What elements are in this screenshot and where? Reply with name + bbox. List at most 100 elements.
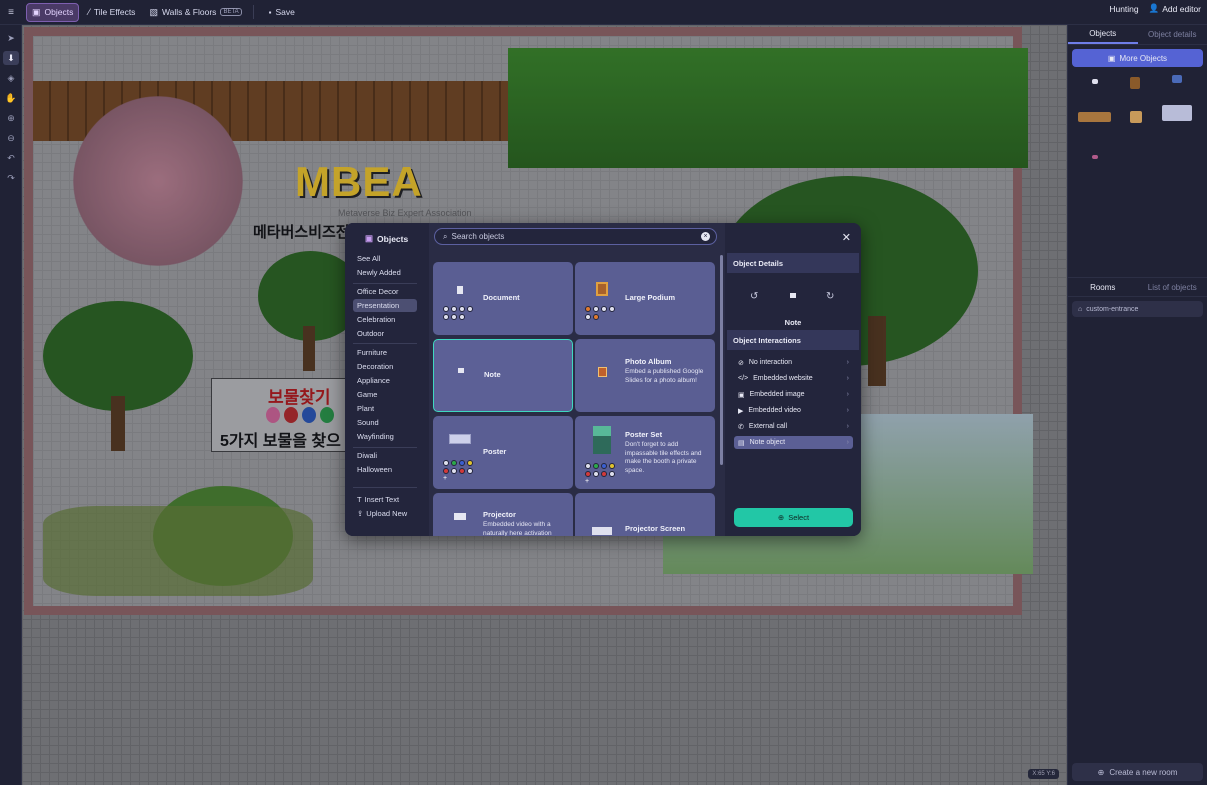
color-swatch[interactable] bbox=[459, 306, 465, 312]
rotate-right-icon[interactable]: ↻ bbox=[826, 291, 834, 302]
color-swatch[interactable] bbox=[593, 314, 599, 320]
object-thumb-small[interactable] bbox=[1092, 155, 1098, 159]
tab-object-details[interactable]: Object details bbox=[1138, 25, 1207, 44]
object-card-poster[interactable]: Poster + bbox=[433, 416, 573, 489]
rotate-left-icon[interactable]: ↺ bbox=[750, 291, 758, 302]
category-decoration[interactable]: Decoration bbox=[353, 360, 417, 373]
color-swatch[interactable] bbox=[601, 463, 607, 469]
interaction-embedded-website[interactable]: </> Embedded website › bbox=[734, 372, 853, 385]
object-thumb-board[interactable] bbox=[1162, 105, 1192, 121]
save-button[interactable]: ▪ Save bbox=[264, 3, 300, 22]
hamburger-icon[interactable]: ≡ bbox=[0, 7, 22, 18]
object-thumb-screen[interactable] bbox=[1172, 75, 1182, 83]
tab-walls-floors[interactable]: ▧ Walls & Floors BETA bbox=[144, 3, 246, 22]
color-swatch[interactable] bbox=[585, 471, 591, 477]
object-card-document[interactable]: Document bbox=[433, 262, 573, 335]
insert-text-button[interactable]: T Insert Text bbox=[357, 495, 399, 504]
tab-tile-effects[interactable]: ⁄ Tile Effects bbox=[83, 3, 140, 22]
object-card-projector-screen[interactable]: Projector Screen bbox=[575, 493, 715, 536]
add-editor-button[interactable]: 👤 Add editor bbox=[1149, 3, 1201, 14]
category-diwali[interactable]: Diwali bbox=[353, 449, 417, 462]
color-swatch[interactable] bbox=[451, 306, 457, 312]
zoom-in-icon[interactable]: ⊕ bbox=[3, 111, 19, 125]
category-halloween[interactable]: Halloween bbox=[353, 463, 417, 476]
tab-rooms[interactable]: Rooms bbox=[1068, 278, 1138, 296]
object-card-projector[interactable]: Projector Embedded video with a naturall… bbox=[433, 493, 573, 536]
color-swatch[interactable] bbox=[443, 306, 449, 312]
color-swatch[interactable] bbox=[601, 471, 607, 477]
category-office-decor[interactable]: Office Decor bbox=[353, 285, 417, 298]
category-game[interactable]: Game bbox=[353, 388, 417, 401]
category-see-all[interactable]: See All bbox=[353, 252, 417, 265]
color-swatch[interactable] bbox=[467, 460, 473, 466]
color-swatch[interactable] bbox=[443, 460, 449, 466]
plus-icon[interactable]: + bbox=[585, 478, 589, 485]
redo-icon[interactable]: ↷ bbox=[3, 171, 19, 185]
color-swatch[interactable] bbox=[451, 314, 457, 320]
eraser-tool-icon[interactable]: ◈ bbox=[3, 71, 19, 85]
object-card-note[interactable]: Note bbox=[433, 339, 573, 412]
interaction-no-interaction[interactable]: ⊘ No interaction › bbox=[734, 356, 853, 369]
object-thumb-box[interactable] bbox=[1130, 111, 1142, 123]
tab-list-of-objects[interactable]: List of objects bbox=[1138, 278, 1207, 296]
color-swatch[interactable] bbox=[451, 468, 457, 474]
tab-objects[interactable]: ▣ Objects bbox=[26, 2, 80, 22]
search-input[interactable]: Search objects bbox=[451, 232, 504, 241]
color-swatch[interactable] bbox=[467, 306, 473, 312]
tab-objects-panel[interactable]: Objects bbox=[1068, 25, 1138, 44]
object-card-large-podium[interactable]: Large Podium bbox=[575, 262, 715, 335]
modal-title: ▣ Objects bbox=[365, 233, 408, 244]
grid-scrollbar[interactable] bbox=[720, 255, 723, 525]
color-swatch[interactable] bbox=[459, 468, 465, 474]
category-celebration[interactable]: Celebration bbox=[353, 313, 417, 326]
category-outdoor[interactable]: Outdoor bbox=[353, 327, 417, 340]
undo-icon[interactable]: ↶ bbox=[3, 151, 19, 165]
hand-tool-icon[interactable]: ✋ bbox=[3, 91, 19, 105]
interaction-note-object[interactable]: ▤ Note object › bbox=[734, 436, 853, 449]
category-plant[interactable]: Plant bbox=[353, 402, 417, 415]
object-thumb-plant[interactable] bbox=[1130, 77, 1140, 89]
select-tool-icon[interactable]: ➤ bbox=[3, 31, 19, 45]
color-swatch[interactable] bbox=[459, 314, 465, 320]
category-presentation[interactable]: Presentation bbox=[353, 299, 417, 312]
scrollbar-thumb[interactable] bbox=[720, 255, 723, 465]
object-thumb-note[interactable] bbox=[1092, 79, 1098, 84]
color-swatch[interactable] bbox=[609, 471, 615, 477]
color-swatch[interactable] bbox=[609, 306, 615, 312]
interaction-embedded-video[interactable]: ▶ Embedded video › bbox=[734, 404, 853, 417]
color-swatch[interactable] bbox=[585, 306, 591, 312]
close-icon[interactable]: ✕ bbox=[842, 231, 851, 244]
color-swatch[interactable] bbox=[585, 463, 591, 469]
interaction-embedded-image[interactable]: ▣ Embedded image › bbox=[734, 388, 853, 401]
category-sound[interactable]: Sound bbox=[353, 416, 417, 429]
category-furniture[interactable]: Furniture bbox=[353, 346, 417, 359]
plus-icon[interactable]: + bbox=[443, 475, 447, 482]
color-swatch[interactable] bbox=[593, 306, 599, 312]
color-swatch[interactable] bbox=[451, 460, 457, 466]
room-item[interactable]: ⌂ custom-entrance bbox=[1072, 301, 1203, 317]
category-appliance[interactable]: Appliance bbox=[353, 374, 417, 387]
more-objects-button[interactable]: ▣ More Objects bbox=[1072, 49, 1203, 67]
hunting-button[interactable]: Hunting bbox=[1109, 4, 1138, 14]
color-swatch[interactable] bbox=[443, 468, 449, 474]
stamp-tool-icon[interactable]: ⬇ bbox=[3, 51, 19, 65]
color-swatch[interactable] bbox=[593, 471, 599, 477]
select-button[interactable]: ⊕ Select bbox=[734, 508, 853, 527]
object-card-poster-set[interactable]: Poster Set Don't forget to add impassabl… bbox=[575, 416, 715, 489]
color-swatch[interactable] bbox=[601, 306, 607, 312]
color-swatch[interactable] bbox=[459, 460, 465, 466]
color-swatch[interactable] bbox=[443, 314, 449, 320]
object-card-photo-album[interactable]: Photo Album Embed a published Google Sli… bbox=[575, 339, 715, 412]
color-swatch[interactable] bbox=[585, 314, 591, 320]
color-swatch[interactable] bbox=[593, 463, 599, 469]
clear-search-icon[interactable]: × bbox=[701, 232, 710, 241]
category-wayfinding[interactable]: Wayfinding bbox=[353, 430, 417, 443]
interaction-external-call[interactable]: ✆ External call › bbox=[734, 420, 853, 433]
create-room-button[interactable]: ⊕ Create a new room bbox=[1072, 763, 1203, 781]
color-swatch[interactable] bbox=[609, 463, 615, 469]
upload-new-button[interactable]: ⇪ Upload New bbox=[357, 509, 407, 518]
object-thumb-table[interactable] bbox=[1078, 112, 1111, 122]
category-newly-added[interactable]: Newly Added bbox=[353, 266, 417, 279]
color-swatch[interactable] bbox=[467, 468, 473, 474]
zoom-out-icon[interactable]: ⊖ bbox=[3, 131, 19, 145]
